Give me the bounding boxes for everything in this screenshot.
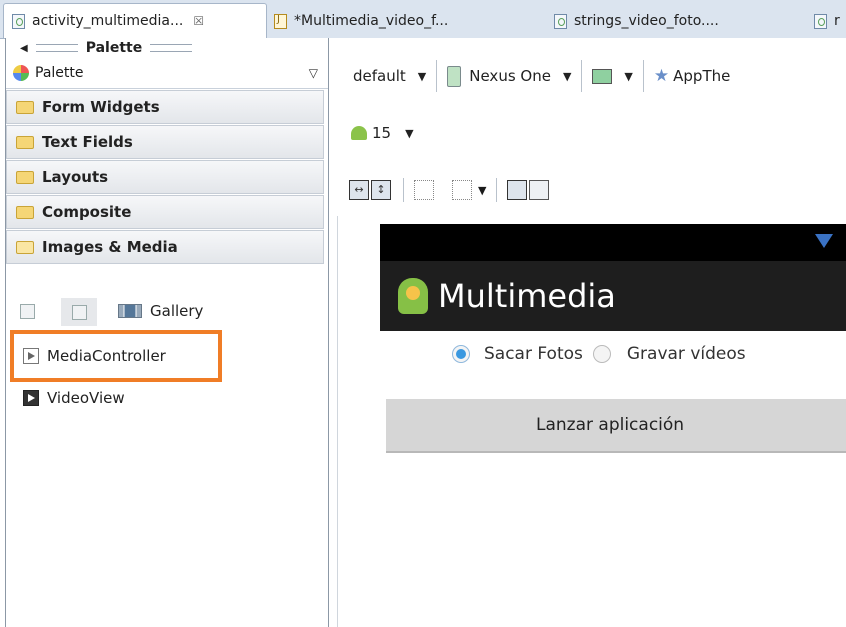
folder-icon — [16, 205, 34, 219]
device-preview-canvas: Multimedia Sacar Fotos Gravar vídeos Lan… — [337, 216, 846, 627]
chevron-down-icon[interactable]: ▼ — [405, 127, 413, 140]
tab-label: strings_video_foto.... — [574, 13, 719, 29]
chevron-down-icon[interactable]: ▼ — [478, 184, 486, 197]
folder-icon — [16, 135, 34, 149]
palette-header-title: Palette — [85, 40, 143, 56]
folder-icon — [16, 100, 34, 114]
close-tab-icon[interactable]: ☒ — [193, 14, 204, 28]
api-level-selector[interactable]: 15 ▼ — [351, 124, 414, 142]
category-images-media[interactable]: Images & Media — [6, 230, 324, 264]
launch-app-button[interactable]: Lanzar aplicación — [386, 399, 846, 453]
radio-label: Gravar vídeos — [626, 344, 746, 364]
chevron-down-icon[interactable]: ▽ — [309, 66, 318, 80]
palette-item-gallery[interactable]: Gallery — [118, 302, 203, 320]
folder-open-icon — [16, 240, 34, 254]
folder-icon — [16, 170, 34, 184]
tab-label: activity_multimedia... — [32, 13, 184, 29]
category-text-fields[interactable]: Text Fields — [6, 125, 324, 159]
star-icon: ★ — [653, 66, 670, 86]
collapse-arrow-icon[interactable]: ◀ — [20, 43, 28, 54]
fill-height-icon[interactable]: ↕ — [371, 180, 391, 200]
button-label: Lanzar aplicación — [536, 415, 685, 435]
drag-grip-icon[interactable] — [150, 44, 193, 52]
tab-overflow[interactable]: r — [806, 4, 846, 38]
fill-width-icon[interactable]: ↔ — [349, 180, 369, 200]
theme-dropdown[interactable]: AppThe — [673, 67, 730, 85]
toolbar-separator — [581, 60, 583, 92]
radio-label: Sacar Fotos — [484, 344, 583, 364]
highlight-box — [10, 330, 222, 382]
phone-icon — [447, 65, 462, 87]
android-app-icon — [398, 278, 428, 314]
zoom-in-icon[interactable] — [529, 180, 550, 200]
editor-tab-bar: activity_multimedia... ☒ *Multimedia_vid… — [0, 0, 846, 39]
chevron-down-icon[interactable]: ▼ — [418, 70, 426, 83]
app-title: Multimedia — [438, 277, 616, 315]
radio-gravar-videos[interactable] — [592, 345, 611, 363]
category-label: Text Fields — [42, 133, 133, 151]
radio-group: Sacar Fotos Gravar vídeos — [452, 344, 746, 364]
category-label: Composite — [42, 203, 132, 221]
category-form-widgets[interactable]: Form Widgets — [6, 90, 324, 124]
device-dropdown[interactable]: Nexus One — [469, 67, 551, 85]
radio-sacar-fotos[interactable] — [452, 345, 470, 363]
toolbar-separator — [496, 178, 498, 202]
signal-icon — [815, 234, 833, 248]
xml-file-icon — [554, 13, 567, 29]
category-label: Images & Media — [42, 238, 178, 256]
chevron-down-icon[interactable]: ▼ — [624, 70, 632, 83]
zoom-fit-icon[interactable] — [452, 180, 472, 200]
gallery-icon — [118, 304, 142, 318]
tab-label: r — [834, 13, 840, 29]
tab-label: *Multimedia_video_f... — [294, 13, 449, 29]
palette-selector[interactable]: Palette ▽ — [6, 58, 328, 89]
zoom-out-icon[interactable] — [507, 180, 528, 200]
chevron-down-icon[interactable]: ▼ — [563, 70, 571, 83]
java-file-icon — [274, 13, 287, 29]
image-button-icon — [71, 304, 87, 320]
grid-icon[interactable] — [414, 180, 434, 200]
palette-item-label: VideoView — [47, 389, 125, 407]
app-action-bar: Multimedia — [380, 261, 846, 331]
category-label: Layouts — [42, 168, 109, 186]
config-dropdown[interactable]: default — [353, 67, 406, 85]
device-status-bar — [380, 224, 846, 261]
category-label: Form Widgets — [42, 98, 160, 116]
palette-header: ◀ Palette — [6, 38, 328, 58]
palette-item-label: Gallery — [150, 302, 204, 320]
drag-grip-icon[interactable] — [35, 44, 78, 52]
palette-item-video-view[interactable]: VideoView — [23, 389, 125, 407]
toolbar-separator — [403, 178, 404, 202]
toolbar-separator — [642, 60, 644, 92]
image-view-icon — [20, 304, 35, 319]
palette-selector-label: Palette — [35, 65, 84, 81]
tab-strings-video[interactable]: strings_video_foto.... — [546, 4, 804, 38]
video-view-icon — [23, 390, 39, 406]
palette-item-imageview[interactable] — [20, 304, 35, 319]
layout-actions-toolbar: ↔ ↕ ▼ — [349, 178, 551, 202]
api-level-label: 15 — [372, 124, 392, 142]
tab-activity-multimedia[interactable]: activity_multimedia... ☒ — [3, 3, 267, 38]
palette-item-imagebutton[interactable] — [61, 298, 97, 326]
android-icon — [351, 126, 367, 140]
category-layouts[interactable]: Layouts — [6, 160, 324, 194]
xml-file-icon — [814, 13, 827, 29]
orientation-icon[interactable] — [592, 68, 613, 84]
layout-file-icon — [12, 13, 25, 29]
tab-multimedia-video[interactable]: *Multimedia_video_f... — [266, 4, 546, 38]
editor-config-toolbar: default ▼ Nexus One ▼ ▼ ★ AppThe — [329, 52, 846, 100]
toolbar-separator — [436, 60, 438, 92]
palette-icon — [13, 65, 29, 81]
category-composite[interactable]: Composite — [6, 195, 324, 229]
layout-editor: default ▼ Nexus One ▼ ▼ ★ AppThe 15 ▼ ↔ … — [329, 38, 846, 627]
